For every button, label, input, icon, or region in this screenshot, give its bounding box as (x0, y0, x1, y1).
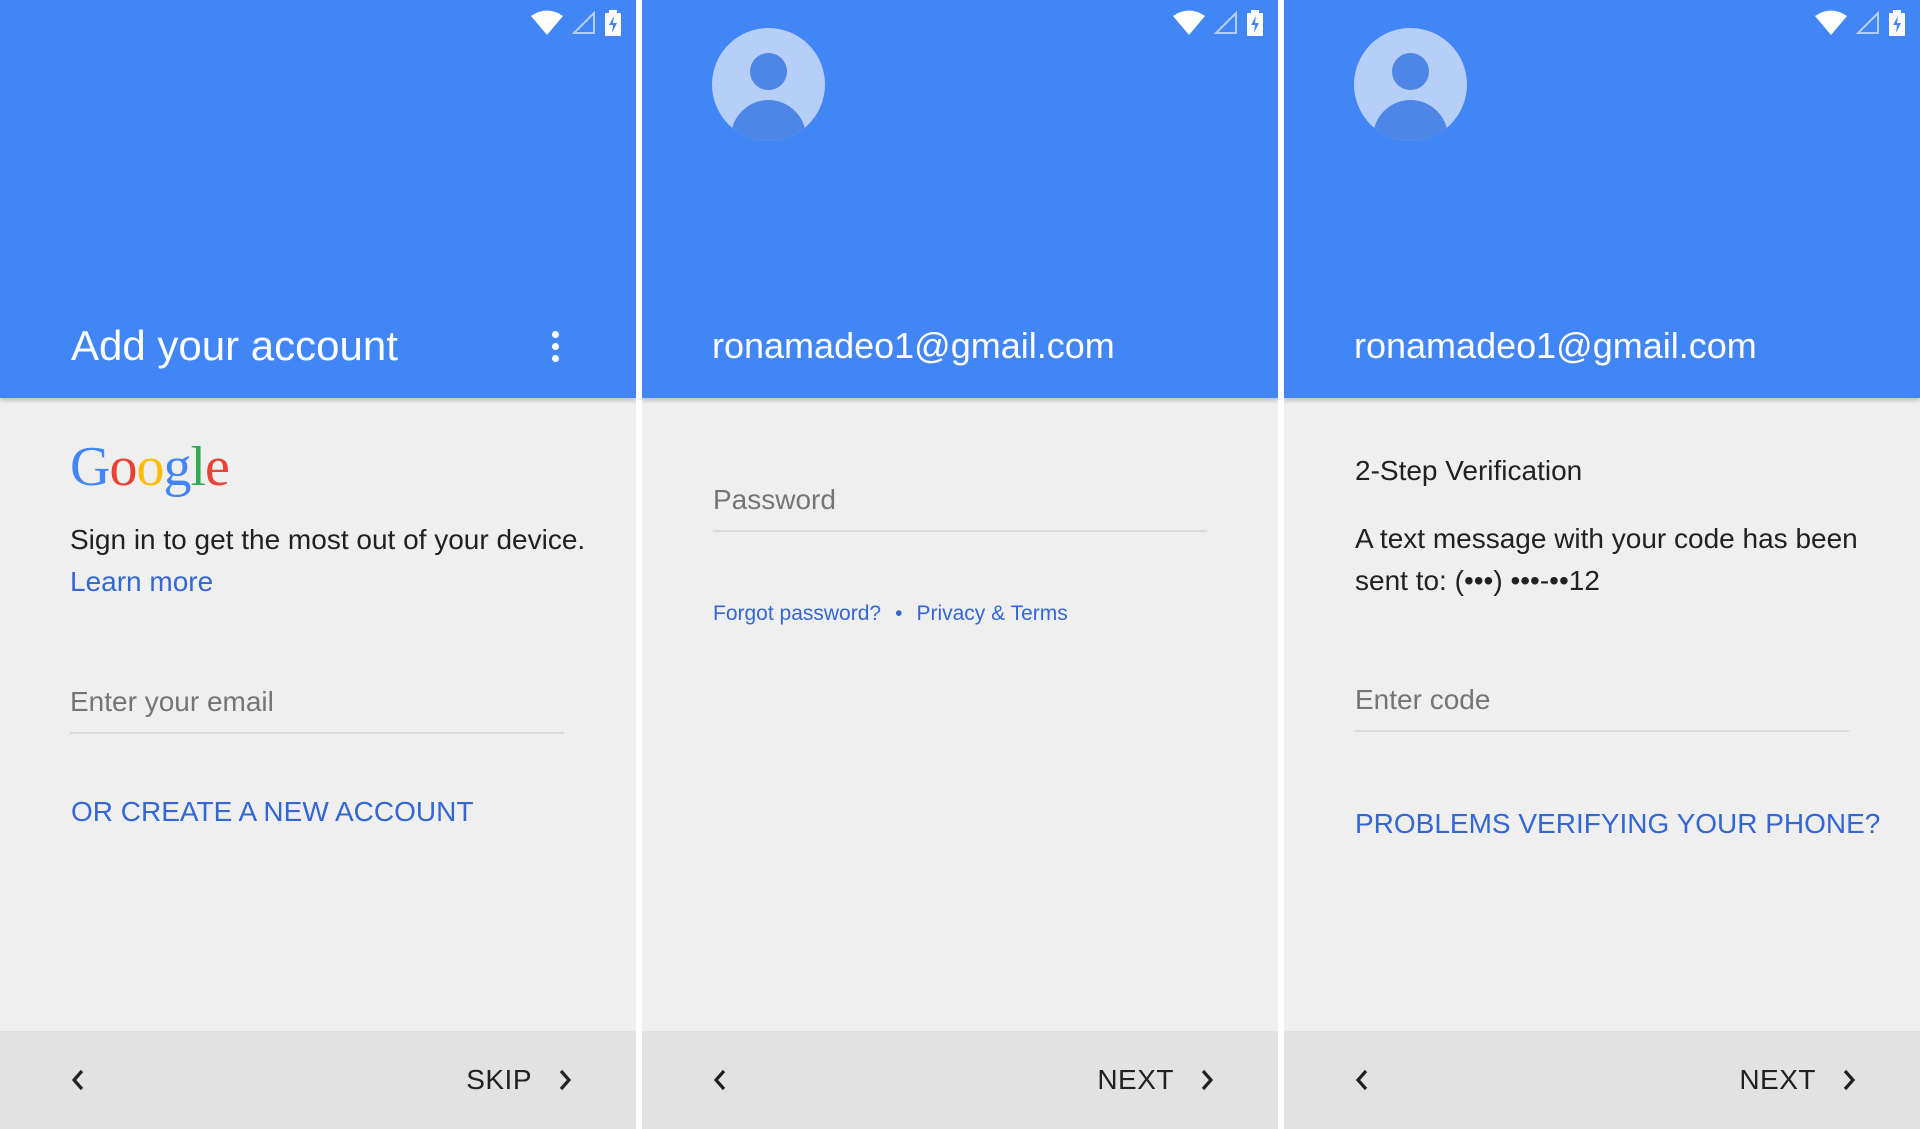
next-label: NEXT (1739, 1064, 1816, 1095)
problems-verifying-link[interactable]: PROBLEMS VERIFYING YOUR PHONE? (1355, 806, 1880, 842)
logo-letter: G (70, 436, 110, 498)
chevron-left-icon (1355, 1069, 1368, 1091)
email-field[interactable] (70, 674, 564, 734)
forgot-password-link[interactable]: Forgot password? (713, 602, 881, 625)
logo-letter: o (109, 436, 137, 498)
overflow-menu-icon[interactable] (540, 326, 570, 366)
two-step-verification-screen: ronamadeo1@gmail.com 2-Step Verification… (1284, 0, 1920, 1129)
status-bar (1172, 8, 1264, 38)
verification-heading: 2-Step Verification (1355, 455, 1583, 486)
header: ronamadeo1@gmail.com (642, 0, 1278, 398)
add-account-screen: Add your account Google Sign in to get t… (0, 0, 636, 1129)
next-label: NEXT (1097, 1064, 1174, 1095)
create-account-link[interactable]: OR CREATE A NEW ACCOUNT (71, 794, 473, 830)
battery-charging-icon (1247, 10, 1263, 36)
account-email: ronamadeo1@gmail.com (712, 325, 1115, 366)
password-input[interactable] (713, 472, 1207, 528)
account-email: ronamadeo1@gmail.com (1354, 325, 1757, 366)
avatar (712, 28, 825, 141)
next-button[interactable]: NEXT (1097, 1056, 1216, 1104)
chevron-right-icon (1843, 1069, 1856, 1091)
google-logo: Google (70, 432, 230, 502)
status-bar (530, 8, 622, 38)
avatar (1354, 28, 1467, 141)
wifi-icon (1815, 10, 1847, 35)
back-button[interactable] (700, 1060, 740, 1100)
bottom-nav: SKIP (0, 1031, 636, 1129)
privacy-terms-link[interactable]: Privacy & Terms (916, 602, 1067, 625)
intro-text: Sign in to get the most out of your devi… (70, 524, 586, 555)
cell-signal-icon (1214, 11, 1237, 34)
cell-signal-icon (1856, 11, 1879, 34)
header: Add your account (0, 0, 636, 398)
code-field[interactable] (1355, 672, 1849, 732)
cell-signal-icon (572, 11, 595, 34)
chevron-right-icon (559, 1069, 572, 1091)
learn-more-link[interactable]: Learn more (70, 566, 213, 597)
logo-letter: g (163, 436, 191, 498)
status-bar (1814, 8, 1906, 38)
next-button[interactable]: NEXT (1739, 1056, 1858, 1104)
logo-letter: o (136, 436, 164, 498)
battery-charging-icon (605, 10, 621, 36)
link-separator: • (895, 602, 903, 625)
battery-charging-icon (1889, 10, 1905, 36)
password-field[interactable] (713, 472, 1207, 532)
help-links: Forgot password? • Privacy & Terms (713, 600, 1068, 628)
wifi-icon (531, 10, 563, 35)
password-screen: ronamadeo1@gmail.com Forgot password? • Pr… (642, 0, 1278, 1129)
chevron-left-icon (71, 1069, 84, 1091)
wifi-icon (1173, 10, 1205, 35)
bottom-nav: NEXT (1284, 1031, 1920, 1129)
bottom-nav: NEXT (642, 1031, 1278, 1129)
back-button[interactable] (1342, 1060, 1382, 1100)
chevron-right-icon (1201, 1069, 1214, 1091)
header: ronamadeo1@gmail.com (1284, 0, 1920, 398)
logo-letter: e (205, 436, 230, 498)
chevron-left-icon (713, 1069, 726, 1091)
verification-message: A text message with your code has been s… (1355, 523, 1858, 596)
back-button[interactable] (58, 1060, 98, 1100)
logo-letter: l (190, 436, 206, 498)
intro-paragraph: Sign in to get the most out of your devi… (70, 519, 590, 603)
skip-button[interactable]: SKIP (466, 1056, 574, 1104)
page-title: Add your account (71, 322, 398, 369)
skip-label: SKIP (466, 1064, 532, 1095)
code-input[interactable] (1355, 672, 1849, 728)
email-input[interactable] (70, 674, 564, 730)
